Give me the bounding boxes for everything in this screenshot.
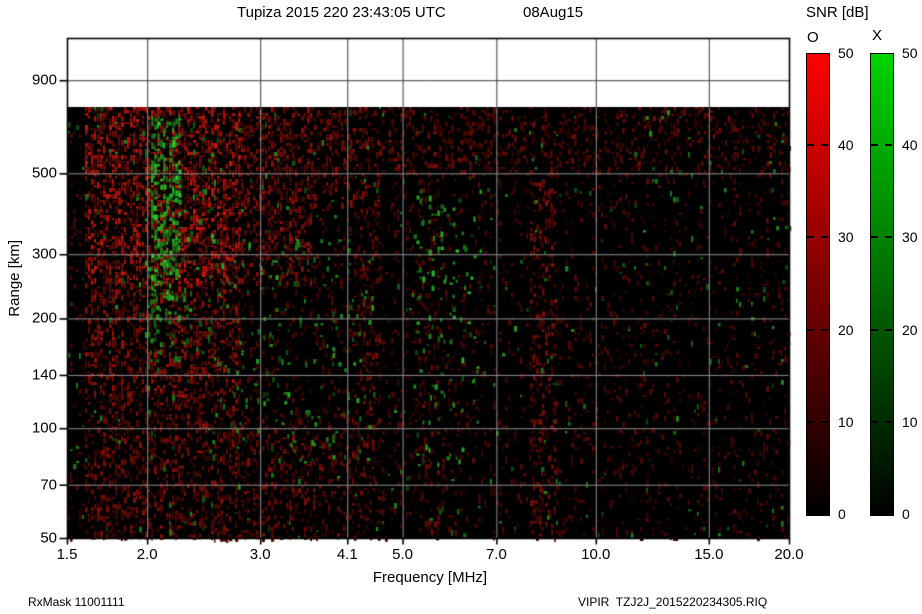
colorbar-tick-dash bbox=[885, 144, 892, 147]
y-tick-label: 500 bbox=[31, 164, 57, 182]
x-mode-colorbar bbox=[870, 53, 894, 516]
colorbar-tick-dash bbox=[807, 236, 814, 239]
colorbar-tick-label: 50 bbox=[838, 45, 854, 61]
colorbar-tick-label: 50 bbox=[902, 45, 918, 61]
x-tick-label: 7.0 bbox=[485, 546, 507, 563]
x-tick-label: 3.0 bbox=[249, 546, 271, 563]
ionogram-window: Tupiza 2015 220 23:43:05 UTC 08Aug15 SNR… bbox=[0, 0, 922, 614]
page-title-date: 08Aug15 bbox=[523, 4, 584, 21]
o-colorbar-label: O bbox=[807, 29, 819, 46]
x-colorbar-label: X bbox=[872, 27, 883, 44]
y-tick-label: 200 bbox=[31, 309, 57, 327]
colorbar-tick-dash bbox=[871, 420, 878, 423]
colorbar-tick-label: 40 bbox=[902, 137, 918, 154]
colorbar-tick-label: 20 bbox=[902, 321, 918, 338]
colorbar-tick-dash bbox=[807, 144, 814, 147]
colorbar-tick-label: 0 bbox=[902, 506, 910, 522]
colorbar-tick-dash bbox=[821, 420, 828, 423]
y-tick-label: 900 bbox=[31, 71, 57, 89]
colorbar-tick-dash bbox=[807, 328, 814, 331]
colorbar-tick-label: 40 bbox=[838, 137, 854, 154]
o-mode-colorbar bbox=[806, 53, 830, 516]
y-tick-label: 50 bbox=[40, 529, 57, 547]
y-tick-label: 300 bbox=[31, 245, 57, 263]
filename-annotation: VIPIR TZJ2J_2015220234305.RIQ bbox=[578, 595, 768, 609]
colorbar-tick-dash bbox=[871, 328, 878, 331]
x-tick-label: 1.5 bbox=[56, 546, 78, 563]
colorbar-tick-dash bbox=[885, 328, 892, 331]
colorbar-tick-dash bbox=[821, 144, 828, 147]
x-tick-label: 2.0 bbox=[136, 546, 158, 563]
page-title: Tupiza 2015 220 23:43:05 UTC bbox=[237, 4, 446, 21]
x-tick-label: 20.0 bbox=[774, 546, 804, 563]
rxmask-annotation: RxMask 11001111 bbox=[28, 595, 125, 609]
colorbar-tick-label: 0 bbox=[838, 506, 846, 522]
ionogram-plot bbox=[55, 26, 799, 548]
x-axis-title: Frequency [MHz] bbox=[372, 569, 488, 586]
colorbar-tick-label: 20 bbox=[838, 321, 854, 338]
colorbar-tick-dash bbox=[871, 144, 878, 147]
colorbar-tick-dash bbox=[821, 236, 828, 239]
colorbar-tick-dash bbox=[885, 236, 892, 239]
colorbar-tick-label: 30 bbox=[838, 229, 854, 246]
colorbar-tick-dash bbox=[885, 420, 892, 423]
colorbar-tick-dash bbox=[807, 420, 814, 423]
y-tick-label: 70 bbox=[40, 476, 57, 494]
x-tick-label: 4.1 bbox=[336, 546, 358, 563]
x-tick-label: 5.0 bbox=[392, 546, 414, 563]
y-tick-label: 140 bbox=[31, 366, 57, 384]
colorbar-tick-dash bbox=[821, 328, 828, 331]
colorbar-tick-label: 30 bbox=[902, 229, 918, 246]
x-tick-label: 15.0 bbox=[694, 546, 724, 563]
colorbar-title: SNR [dB] bbox=[806, 4, 869, 21]
x-tick-label: 10.0 bbox=[581, 546, 611, 563]
colorbar-tick-label: 10 bbox=[902, 413, 918, 430]
y-tick-label: 100 bbox=[31, 419, 57, 437]
colorbar-tick-label: 10 bbox=[838, 413, 854, 430]
colorbar-tick-dash bbox=[871, 236, 878, 239]
